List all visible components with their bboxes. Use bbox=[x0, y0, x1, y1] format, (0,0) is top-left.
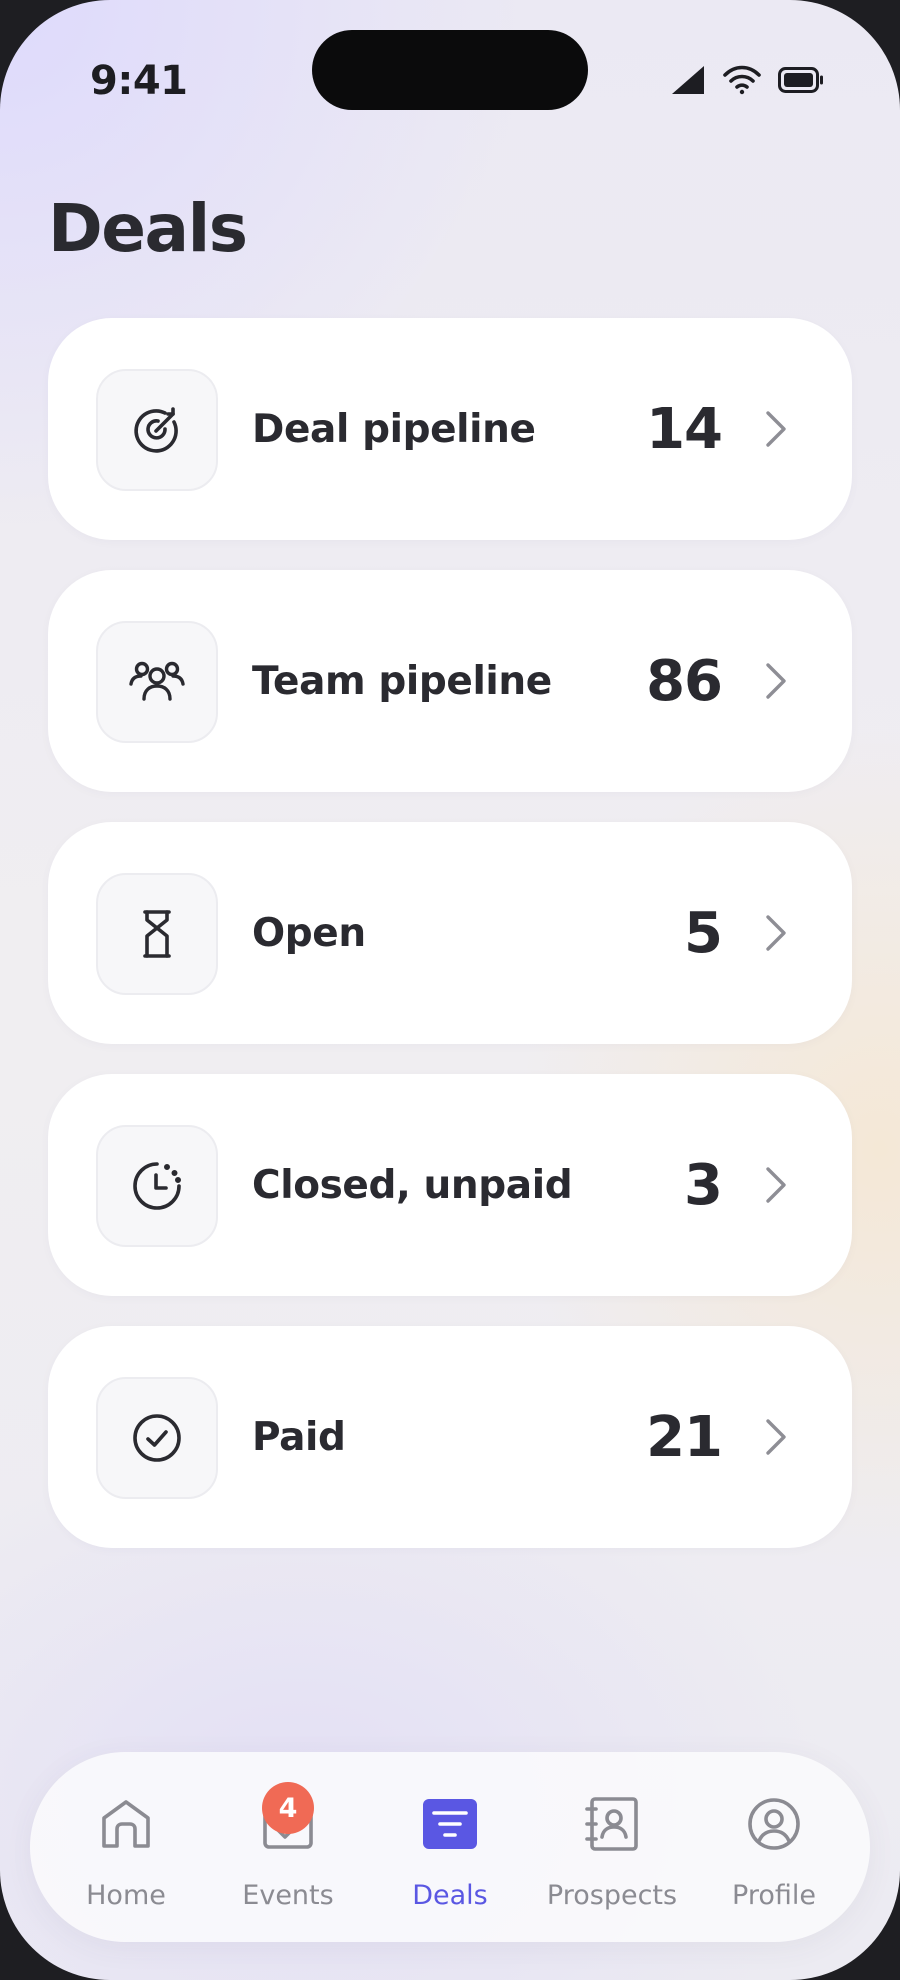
phone-screen: 9:41 Deals Deal pipeline 14 Team pipelin… bbox=[0, 0, 900, 1980]
chevron-right-icon bbox=[754, 407, 798, 451]
open-card[interactable]: Open 5 bbox=[48, 822, 852, 1044]
filter-list-icon bbox=[420, 1794, 480, 1854]
tab-deals[interactable]: Deals bbox=[375, 1752, 525, 1942]
deal-pipeline-card[interactable]: Deal pipeline 14 bbox=[48, 318, 852, 540]
cellular-signal-icon bbox=[670, 64, 706, 100]
tab-prospects[interactable]: Prospects bbox=[537, 1752, 687, 1942]
status-time: 9:41 bbox=[90, 58, 188, 104]
card-count: 21 bbox=[646, 1404, 723, 1470]
tab-label: Profile bbox=[732, 1880, 816, 1911]
card-label: Paid bbox=[252, 1414, 346, 1460]
tab-events[interactable]: Events bbox=[213, 1752, 363, 1942]
card-count: 86 bbox=[646, 648, 723, 714]
home-icon bbox=[96, 1794, 156, 1854]
wifi-icon bbox=[722, 64, 762, 100]
tab-home[interactable]: Home bbox=[51, 1752, 201, 1942]
status-icons bbox=[670, 64, 824, 100]
target-icon bbox=[96, 369, 218, 491]
team-icon bbox=[96, 621, 218, 743]
hourglass-icon bbox=[96, 873, 218, 995]
card-label: Open bbox=[252, 910, 366, 956]
card-count: 3 bbox=[684, 1152, 723, 1218]
paid-card[interactable]: Paid 21 bbox=[48, 1326, 852, 1548]
dynamic-island bbox=[312, 30, 588, 110]
card-count: 14 bbox=[646, 396, 723, 462]
team-pipeline-card[interactable]: Team pipeline 86 bbox=[48, 570, 852, 792]
chevron-right-icon bbox=[754, 1163, 798, 1207]
check-circle-icon bbox=[96, 1377, 218, 1499]
chevron-right-icon bbox=[754, 659, 798, 703]
battery-icon bbox=[778, 67, 824, 97]
chevron-right-icon bbox=[754, 1415, 798, 1459]
tab-profile[interactable]: Profile bbox=[699, 1752, 849, 1942]
card-label: Closed, unpaid bbox=[252, 1162, 573, 1208]
bottom-tab-bar: Home Events Deals Prospects Profile bbox=[30, 1752, 870, 1942]
card-count: 5 bbox=[684, 900, 723, 966]
contact-book-icon bbox=[582, 1794, 642, 1854]
page-title: Deals bbox=[48, 190, 248, 267]
card-label: Deal pipeline bbox=[252, 406, 536, 452]
chevron-right-icon bbox=[754, 911, 798, 955]
closed-unpaid-card[interactable]: Closed, unpaid 3 bbox=[48, 1074, 852, 1296]
clock-pending-icon bbox=[96, 1125, 218, 1247]
user-circle-icon bbox=[744, 1794, 804, 1854]
events-notification-badge: 4 bbox=[262, 1782, 314, 1834]
deal-category-list: Deal pipeline 14 Team pipeline 86 Open 5… bbox=[48, 318, 852, 1578]
card-label: Team pipeline bbox=[252, 658, 552, 704]
